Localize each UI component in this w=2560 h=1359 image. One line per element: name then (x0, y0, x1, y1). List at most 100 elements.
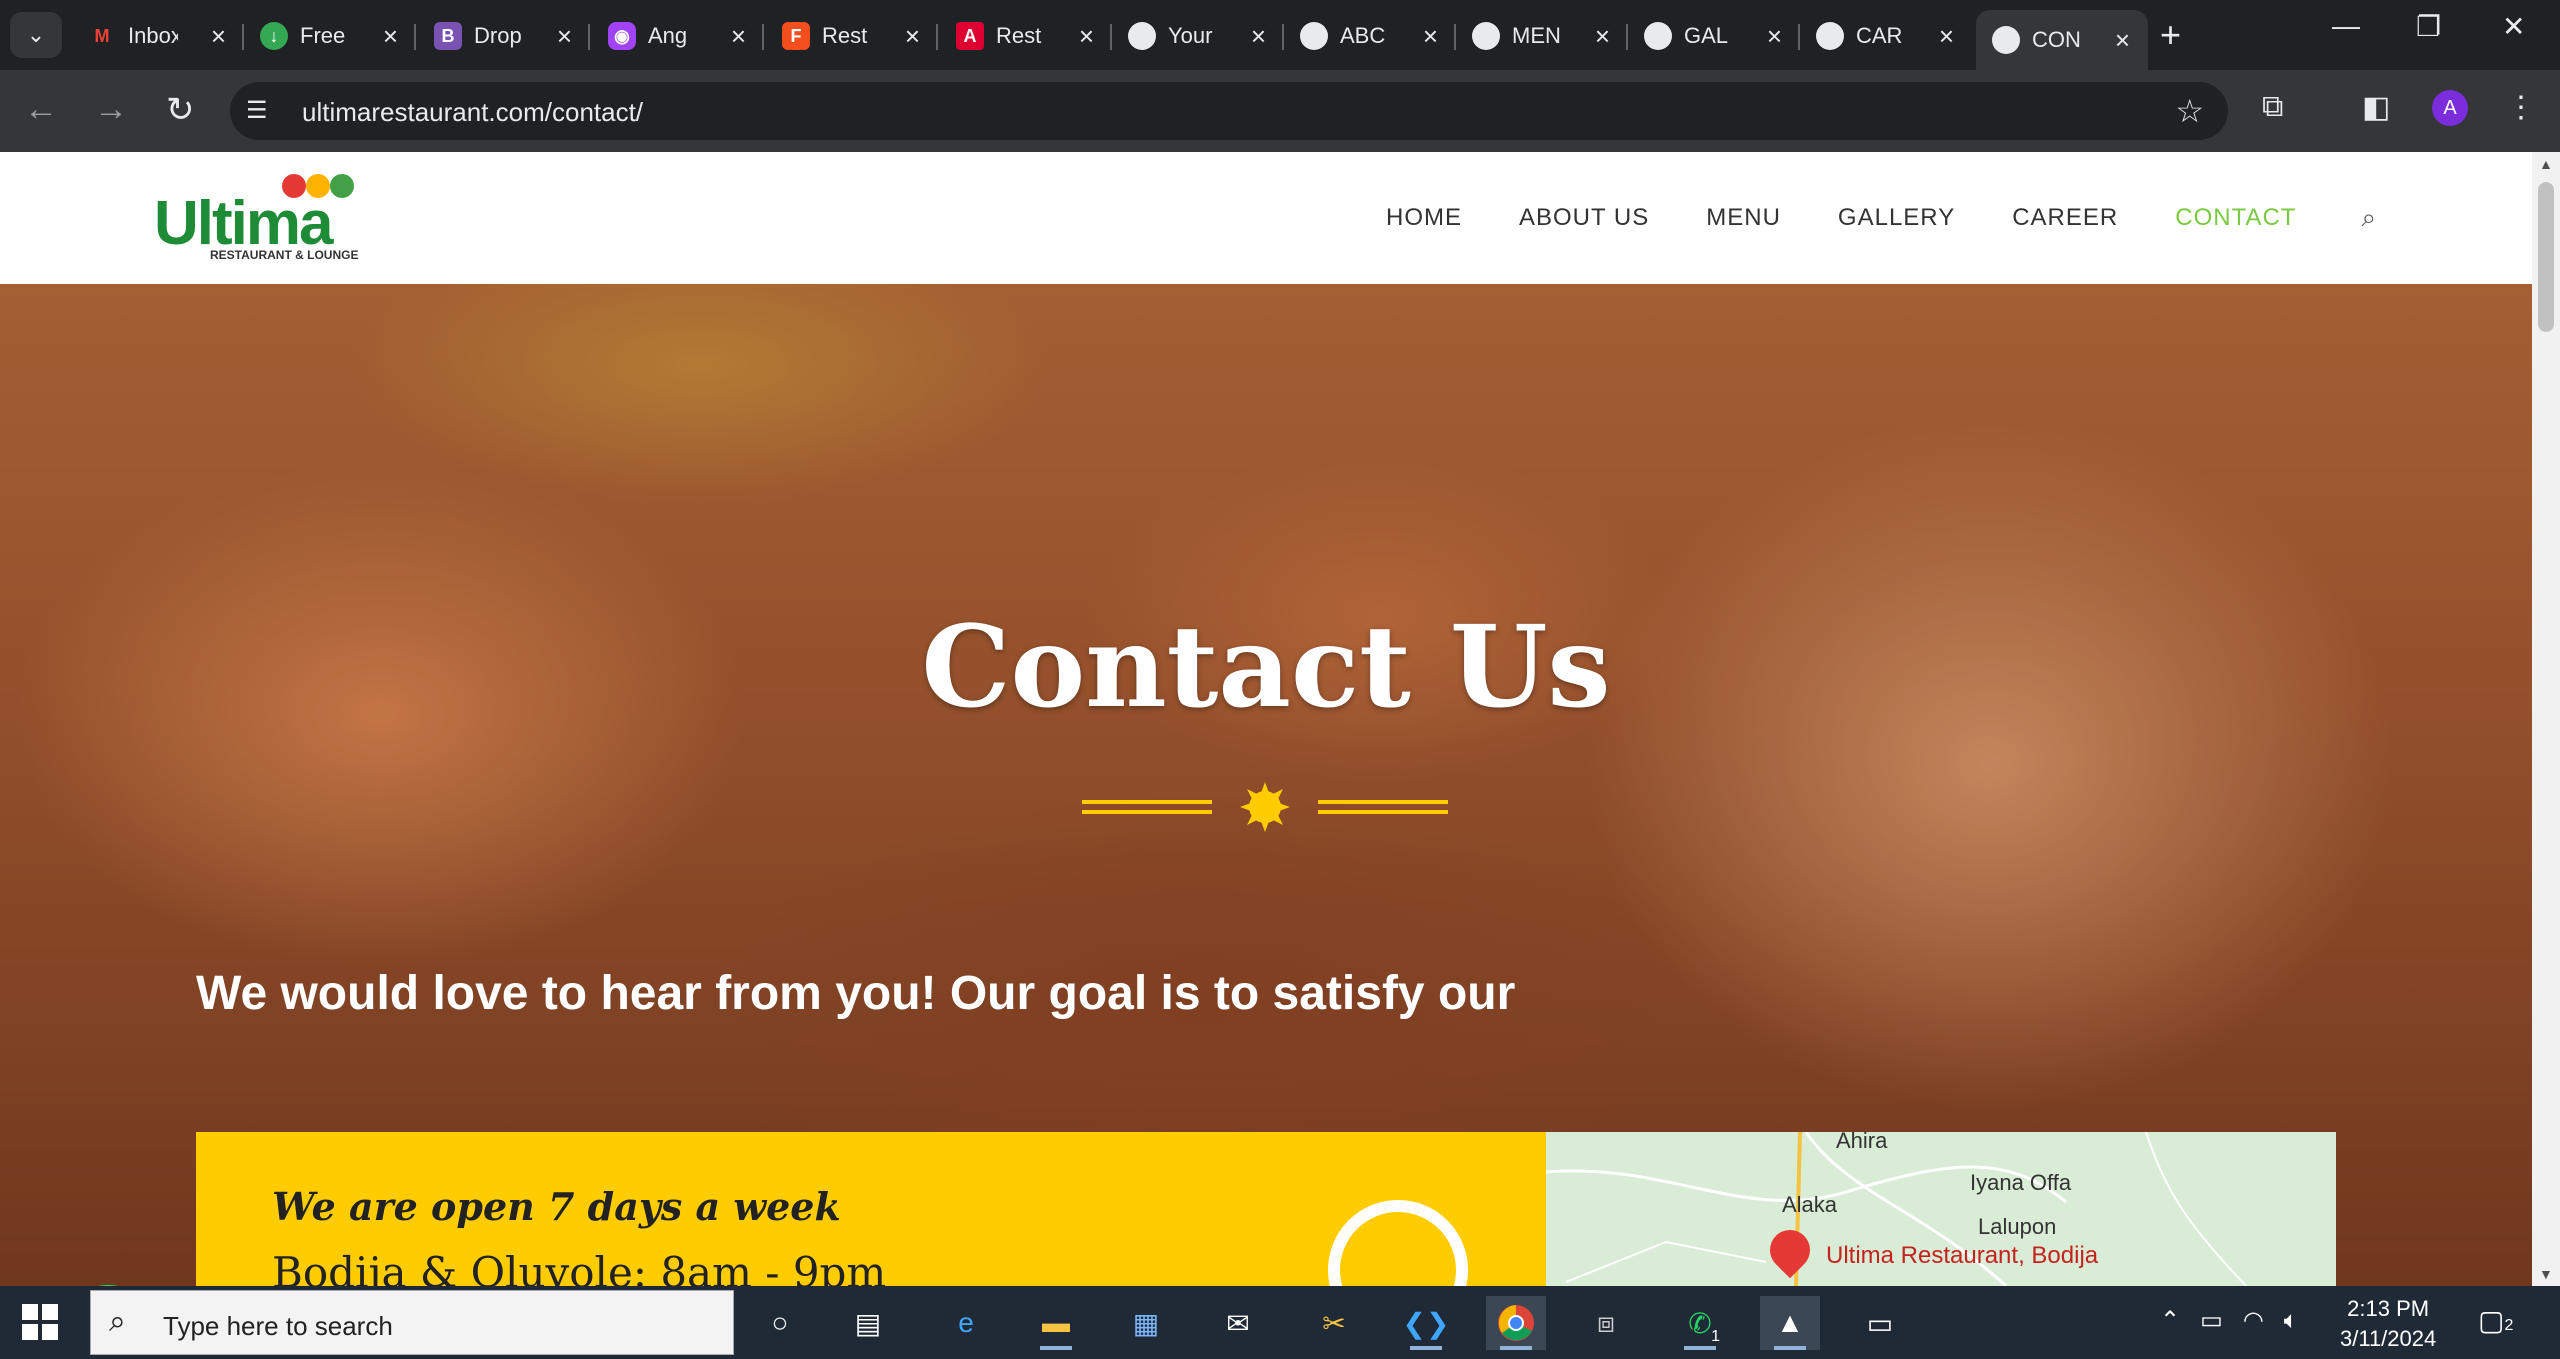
map-pin-label[interactable]: Ultima Restaurant, Bodija (1826, 1242, 2098, 1270)
tab-abc[interactable]: ABC × (1284, 10, 1456, 62)
window-close-icon[interactable]: ✕ (2502, 10, 2525, 43)
close-icon[interactable]: × (1939, 21, 1954, 52)
tab-ang[interactable]: ◉ Ang × (592, 10, 764, 62)
clock-icon (1328, 1200, 1468, 1286)
ultima-favicon (1128, 22, 1156, 50)
nav-about-us[interactable]: ABOUT US (1519, 204, 1649, 232)
ultima-favicon (1644, 22, 1672, 50)
close-icon[interactable]: × (557, 21, 572, 52)
chat-bot-icon: ◉ (608, 22, 636, 50)
logo-tagline: RESTAURANT & LOUNGE (210, 248, 359, 262)
tab-title: Your (1168, 23, 1213, 48)
close-icon[interactable]: × (1595, 21, 1610, 52)
extensions-icon[interactable]: ⧉ (2262, 90, 2283, 124)
windows-start-icon[interactable] (22, 1304, 58, 1340)
tab-your[interactable]: Your × (1112, 10, 1284, 62)
angular-icon: A (956, 22, 984, 50)
reload-icon[interactable]: ↻ (166, 90, 195, 130)
hero-subtitle: We would love to hear from you! Our goal… (196, 967, 1516, 1020)
main-nav: HOME ABOUT US MENU GALLERY CAREER CONTAC… (1386, 202, 2376, 234)
tab-rest-angular[interactable]: A Rest × (940, 10, 1112, 62)
nav-contact[interactable]: CONTACT (2175, 204, 2296, 232)
chevron-up-icon[interactable]: ⌃ (2160, 1307, 2180, 1334)
map-label: Ahira (1836, 1132, 1888, 1153)
web-page: Ultima RESTAURANT & LOUNGE HOME ABOUT US… (0, 152, 2532, 1286)
logo-dot-green (330, 174, 354, 198)
close-icon[interactable]: × (1767, 21, 1782, 52)
bookmark-star-icon[interactable]: ☆ (2175, 92, 2204, 130)
battery-icon[interactable]: ▭ (2200, 1307, 2223, 1334)
tab-title: Ang (648, 23, 688, 48)
close-icon[interactable]: × (905, 21, 920, 52)
tab-menu[interactable]: MEN × (1456, 10, 1628, 62)
cortana-icon[interactable]: ○ (750, 1296, 810, 1350)
tab-title: Inbox (128, 23, 178, 48)
site-settings-icon[interactable]: ☰ (246, 96, 268, 125)
nav-menu[interactable]: MENU (1706, 204, 1781, 232)
address-bar[interactable]: ☰ ultimarestaurant.com/contact/ ☆ (230, 82, 2228, 140)
mail-icon[interactable]: ✉ (1208, 1296, 1268, 1350)
tab-title: Rest (822, 23, 868, 48)
volume-icon[interactable]: 🔈︎ (2284, 1307, 2298, 1334)
photos-icon[interactable]: ▲ (1760, 1296, 1820, 1350)
nav-gallery[interactable]: GALLERY (1838, 204, 1955, 232)
tab-drop[interactable]: B Drop × (418, 10, 590, 62)
wifi-icon[interactable]: ◠ (2243, 1307, 2264, 1334)
minimize-icon[interactable]: — (2332, 10, 2360, 42)
terminal-icon[interactable]: ▭ (1850, 1296, 1910, 1350)
close-icon[interactable]: × (731, 21, 746, 52)
taskbar-clock[interactable]: 2:13 PM 3/11/2024 (2340, 1294, 2436, 1354)
search-icon[interactable]: ⌕ (2361, 202, 2376, 234)
menu-kebab-icon[interactable]: ⋮ (2506, 90, 2536, 125)
scroll-down-arrow-icon[interactable]: ▼ (2539, 1266, 2553, 1282)
close-icon[interactable]: × (1251, 21, 1266, 52)
url-text[interactable]: ultimarestaurant.com/contact/ (302, 97, 643, 128)
tab-gallery[interactable]: GAL × (1628, 10, 1800, 62)
snip-tool-icon[interactable]: ✂ (1304, 1296, 1364, 1350)
close-icon[interactable]: × (2115, 25, 2130, 56)
tab-inbox[interactable]: M Inbox × (72, 10, 244, 62)
forward-arrow-icon[interactable]: → (94, 90, 128, 129)
edge-icon[interactable]: e (936, 1296, 996, 1350)
close-icon[interactable]: × (211, 21, 226, 52)
profile-avatar[interactable]: A (2432, 90, 2468, 126)
location-map[interactable]: Ahira Iyana Offa Alaka Lalupon Ultima Re… (1546, 1132, 2336, 1286)
tab-contact-active[interactable]: CON × (1976, 10, 2148, 70)
nav-home[interactable]: HOME (1386, 204, 1462, 232)
nav-career[interactable]: CAREER (2012, 204, 2118, 232)
page-scrollbar[interactable]: ▲ ▼ (2532, 152, 2560, 1286)
whatsapp-badge: 1 (1707, 1328, 1724, 1346)
decorative-divider (1082, 782, 1448, 832)
chrome-icon[interactable] (1486, 1296, 1546, 1350)
scroll-up-arrow-icon[interactable]: ▲ (2539, 156, 2553, 172)
ultima-logo[interactable]: Ultima RESTAURANT & LOUNGE (154, 174, 374, 264)
tab-search-button[interactable]: ⌄ (10, 12, 62, 58)
back-arrow-icon[interactable]: ← (24, 90, 58, 129)
tab-rest-figma[interactable]: F Rest × (766, 10, 938, 62)
whatsapp-taskbar-icon[interactable]: ✆ 1 (1670, 1296, 1730, 1350)
notification-center-icon[interactable]: ▢2 (2478, 1304, 2513, 1337)
store-icon[interactable]: ▦ (1116, 1296, 1176, 1350)
new-tab-button[interactable]: + (2160, 14, 2181, 56)
vscode-icon[interactable]: ❮❯ (1396, 1296, 1456, 1350)
map-label: Iyana Offa (1970, 1170, 2072, 1195)
chrome-logo (1498, 1305, 1534, 1341)
devices-icon[interactable]: ⧈ (1576, 1296, 1636, 1350)
file-explorer-icon[interactable]: ▬ (1026, 1296, 1086, 1350)
sun-icon (1240, 782, 1290, 832)
side-panel-icon[interactable]: ◧ (2362, 90, 2390, 125)
map-label: Lalupon (1978, 1214, 2057, 1239)
system-tray: ⌃ ▭ ◠ 🔈︎ (2160, 1306, 2298, 1335)
close-icon[interactable]: × (1079, 21, 1094, 52)
task-view-icon[interactable]: ▤ (838, 1296, 898, 1350)
tab-career[interactable]: CAR × (1800, 10, 1972, 62)
close-icon[interactable]: × (1423, 21, 1438, 52)
tab-title: ABC (1340, 23, 1386, 48)
scrollbar-thumb[interactable] (2538, 182, 2554, 332)
tab-title: CAR (1856, 23, 1903, 48)
close-icon[interactable]: × (383, 21, 398, 52)
restore-icon[interactable]: ❐ (2416, 10, 2441, 43)
taskbar-search-box[interactable]: ⌕ Type here to search (90, 1290, 734, 1355)
tab-free[interactable]: ↓ Free × (244, 10, 416, 62)
gmail-icon: M (94, 25, 110, 46)
